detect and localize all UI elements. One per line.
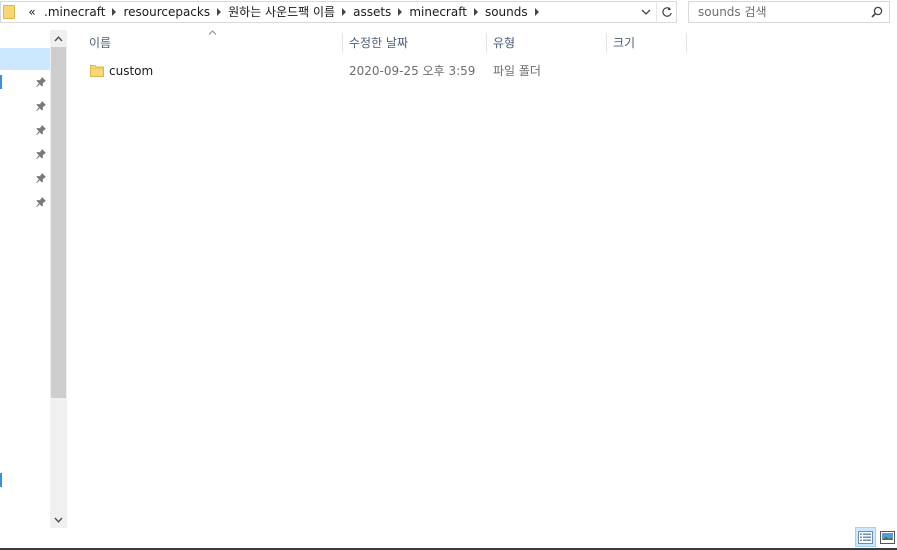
chevron-right-icon[interactable] [396,2,404,22]
refresh-icon [661,7,672,17]
nav-edge-mark [0,75,2,89]
breadcrumb-item[interactable]: resourcepacks [118,2,215,22]
search-input[interactable] [689,2,865,22]
chevron-right-icon[interactable] [340,2,348,22]
breadcrumb-item[interactable]: assets [348,2,396,22]
scroll-down-button[interactable] [50,511,67,528]
file-date: 2020-09-25 오후 3:59 [349,64,476,78]
chevron-right-icon[interactable] [472,2,480,22]
address-bar[interactable]: « .minecraft resourcepacks 원하는 사운드팩 이름 a… [0,1,677,23]
breadcrumb-item[interactable]: sounds [480,2,533,22]
file-name: custom [109,64,154,78]
scroll-thumb[interactable] [51,47,66,398]
search-icon[interactable] [865,2,889,22]
pin-icon[interactable] [35,76,47,88]
breadcrumb: .minecraft resourcepacks 원하는 사운드팩 이름 ass… [39,2,676,22]
nav-item-selected[interactable] [0,48,50,70]
details-view-icon [858,530,873,544]
pin-icon[interactable] [35,124,47,136]
list-item[interactable]: custom 2020-09-25 오후 3:59 파일 폴더 [84,60,604,82]
pin-icon[interactable] [35,196,47,208]
refresh-button[interactable] [656,2,676,22]
breadcrumb-item[interactable]: 원하는 사운드팩 이름 [223,2,340,22]
column-header-date[interactable]: 수정한 날짜 [343,30,487,56]
chevron-down-icon [54,517,63,523]
nav-edge-mark [0,473,2,487]
file-type: 파일 폴더 [493,64,541,78]
search-box [688,1,890,23]
breadcrumb-item[interactable]: minecraft [404,2,472,22]
pin-icon[interactable] [35,148,47,160]
chevron-right-icon[interactable] [110,2,118,22]
pin-icon[interactable] [35,100,47,112]
column-header-name[interactable]: 이름 [83,30,343,56]
scroll-up-button[interactable] [50,30,67,47]
pin-icon[interactable] [35,172,47,184]
large-icons-view-button[interactable] [877,527,897,547]
nav-scrollbar[interactable] [50,30,67,528]
chevron-right-icon[interactable] [533,2,541,22]
large-icons-view-icon [880,530,895,544]
column-header-type[interactable]: 유형 [487,30,607,56]
navigation-pane [0,30,67,528]
column-header-size[interactable]: 크기 [607,30,687,56]
folder-icon [1,2,23,22]
address-history-button[interactable] [638,2,654,22]
folder-icon [90,65,104,77]
breadcrumb-item[interactable]: .minecraft [39,2,110,22]
details-view-button[interactable] [855,527,876,547]
chevron-up-icon [54,35,63,41]
breadcrumb-overflow-button[interactable]: « [25,2,39,22]
chevron-right-icon[interactable] [215,2,223,22]
chevron-down-icon [641,9,651,15]
